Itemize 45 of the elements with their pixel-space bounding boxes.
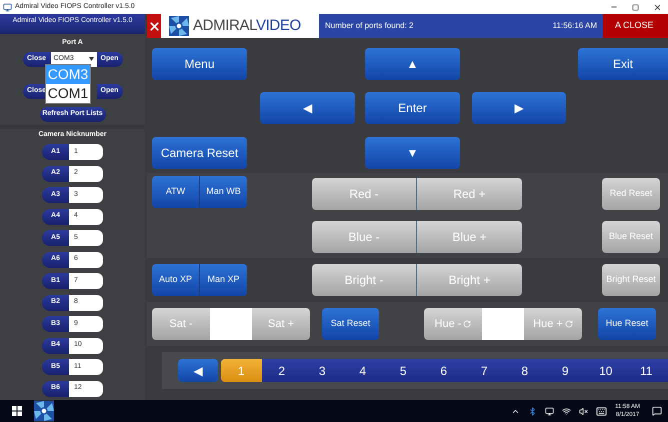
clock-text: 11:56:16 AM (552, 20, 597, 32)
rotate-icon (463, 320, 472, 328)
enter-button[interactable]: Enter (365, 92, 460, 124)
notification-icon[interactable] (652, 406, 662, 416)
wb-mode-button[interactable]: ATW (152, 176, 200, 208)
logo-icon (34, 401, 54, 421)
page-tab[interactable]: 3 (302, 359, 342, 382)
taskbar-app-icon[interactable] (34, 400, 54, 422)
maximize-icon[interactable] (632, 4, 639, 10)
menu-button[interactable]: Menu (152, 48, 247, 80)
wifi-icon[interactable] (562, 406, 572, 416)
page-tab[interactable]: 5 (383, 359, 424, 382)
close-icon (148, 20, 160, 32)
page-tab[interactable]: 7 (464, 359, 504, 382)
value-field (482, 308, 524, 340)
page-tab[interactable]: 6 (424, 359, 464, 382)
exposure-button[interactable]: Man XP (200, 264, 247, 296)
windows-logo-icon[interactable] (12, 406, 22, 416)
close-all-button[interactable]: A CLOSE (603, 14, 668, 38)
page-tab[interactable]: 10 (586, 359, 626, 382)
up-button[interactable]: ▲ (365, 48, 460, 80)
page-tab[interactable]: 8 (504, 359, 545, 382)
brand-name: ADMIRALVIDEO (193, 16, 301, 36)
keyboard-icon[interactable] (596, 406, 608, 416)
close-app-button[interactable] (147, 14, 161, 38)
left-button[interactable]: ◀ (260, 92, 355, 124)
wb-mode-button[interactable]: Man WB (200, 176, 247, 208)
bluetooth-icon[interactable] (528, 406, 538, 416)
exit-button[interactable]: Exit (578, 48, 668, 80)
dropdown-arrow-icon (88, 57, 94, 61)
right-button[interactable]: ▶ (472, 92, 566, 124)
page-tab[interactable]: 11 (626, 359, 666, 382)
page-tab[interactable]: 9 (545, 359, 586, 382)
back-button[interactable]: ◀ (178, 359, 218, 382)
page-tab[interactable]: 4 (342, 359, 383, 382)
rotate-icon (564, 320, 573, 328)
down-button[interactable]: ▼ (365, 137, 460, 169)
muted-speaker-icon[interactable] (579, 406, 588, 416)
value-field (210, 308, 252, 340)
page-tab[interactable]: 2 (262, 359, 302, 382)
close-icon[interactable] (653, 2, 662, 12)
status-text: Number of ports found: 2 (325, 20, 414, 32)
monitor-icon[interactable] (545, 406, 554, 416)
exposure-button[interactable]: Auto XP (152, 264, 200, 296)
camera-reset-button[interactable]: Camera Reset (152, 137, 247, 169)
